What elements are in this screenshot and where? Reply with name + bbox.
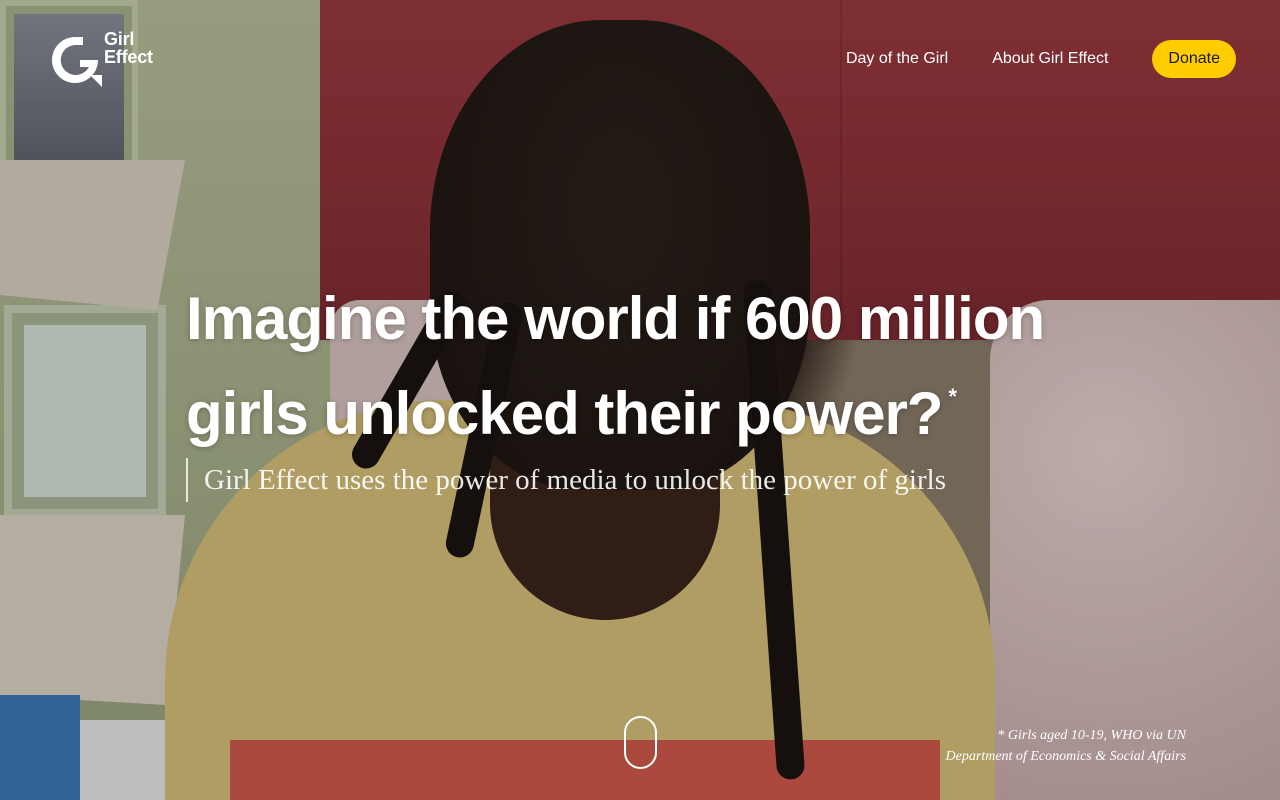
logo-wordmark: Girl Effect [104,30,153,66]
nav-about-girl-effect[interactable]: About Girl Effect [992,50,1108,68]
footnote-marker: * [948,384,957,409]
site-header: Girl Effect Day of the Girl About Girl E… [0,0,1280,120]
subheadline-block: Girl Effect uses the power of media to u… [186,458,946,502]
footnote-line-1: * Girls aged 10-19, WHO via UN [997,728,1186,743]
logo-text-effect: Effect [104,47,153,67]
main-nav: Day of the Girl About Girl Effect Donate [846,40,1236,78]
logo-text-girl: Girl [104,29,135,49]
headline-line-1: Imagine the world if 600 million [186,285,1045,352]
nav-day-of-the-girl[interactable]: Day of the Girl [846,50,948,68]
girl-effect-logo-icon [52,37,102,87]
footnote: * Girls aged 10-19, WHO via UN Departmen… [946,725,1186,767]
donate-button[interactable]: Donate [1152,40,1236,78]
hero-headline: Imagine the world if 600 million girls u… [186,280,1126,453]
headline-line-2: girls unlocked their power? [186,380,943,447]
footnote-line-2: Department of Economics & Social Affairs [945,749,1186,764]
girl-effect-logo[interactable]: Girl Effect [46,30,166,90]
hero-subheadline: Girl Effect uses the power of media to u… [204,464,946,496]
hero-section: Girl Effect Day of the Girl About Girl E… [0,0,1280,800]
scroll-down-indicator[interactable] [624,716,657,769]
